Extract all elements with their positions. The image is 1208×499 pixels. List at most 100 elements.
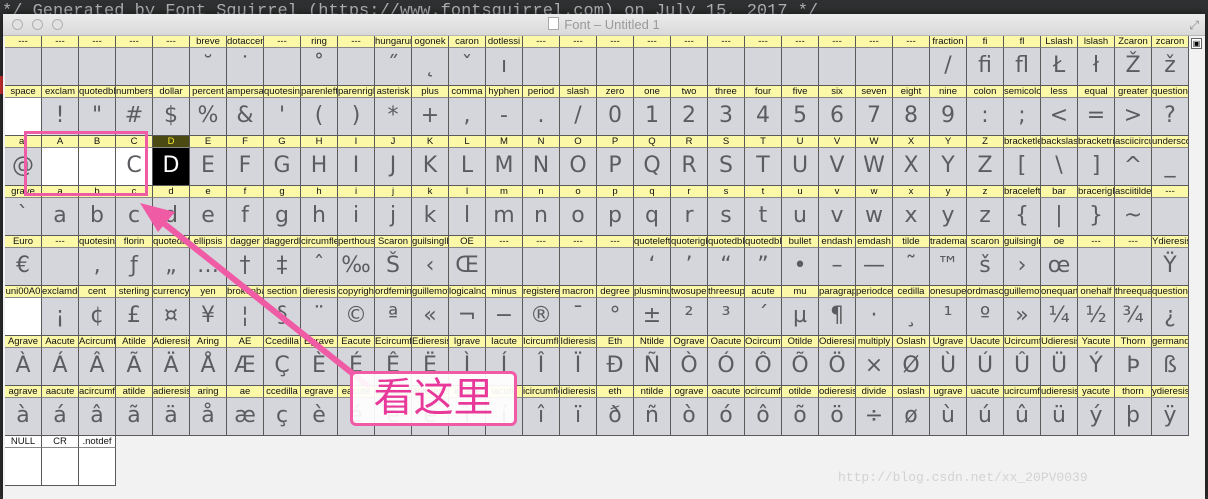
glyph-cell[interactable]: trademark™ [930,236,967,286]
glyph-cell[interactable]: four 4 [745,86,782,136]
glyph-cell[interactable]: WW [856,136,893,186]
glyph-cell[interactable]: xx [893,186,930,236]
glyph-cell[interactable]: OO [560,136,597,186]
glyph-cell[interactable]: perthousand‰ [338,236,375,286]
glyph-cell[interactable]: qq [634,186,671,236]
glyph-cell[interactable]: Yacute Ý [1078,336,1115,386]
glyph-cell[interactable]: --- [264,36,301,86]
glyph-cell[interactable]: Idieresis Ï [560,336,597,386]
glyph-cell[interactable]: acute ´ [745,286,782,336]
glyph-cell[interactable]: circumflexˆ [301,236,338,286]
glyph-cell[interactable]: one 1 [634,86,671,136]
glyph-cell[interactable]: .notdef [79,436,116,486]
glyph-cell[interactable]: eight 8 [893,86,930,136]
glyph-cell[interactable]: twosuperior² [671,286,708,336]
glyph-cell[interactable]: bracketright] [1078,136,1115,186]
glyph-cell[interactable]: question? [1152,86,1189,136]
glyph-cell[interactable]: sterling £ [116,286,153,336]
glyph-cell[interactable]: ogonek ˛ [412,36,449,86]
glyph-cell[interactable]: threesuperior³ [708,286,745,336]
glyph-cell[interactable]: AE Æ [227,336,264,386]
glyph-cell[interactable]: UU [782,136,819,186]
glyph-cell[interactable]: Uacute Ú [967,336,1004,386]
glyph-cell[interactable]: bar | [1041,186,1078,236]
glyph-cell[interactable]: pp [597,186,634,236]
glyph-cell[interactable]: --- [560,36,597,86]
glyph-cell[interactable]: quotesinglbase‚ [79,236,116,286]
glyph-cell[interactable]: Agrave À [5,336,42,386]
glyph-cell[interactable]: daggerdbl‡ [264,236,301,286]
glyph-cell[interactable]: --- [486,236,523,286]
glyph-cell[interactable]: parenright) [338,86,375,136]
glyph-cell[interactable]: --- [782,36,819,86]
glyph-cell[interactable]: semicolon; [1004,86,1041,136]
glyph-cell[interactable]: OE Œ [449,236,486,286]
glyph-cell[interactable]: ydieresis ÿ [1152,386,1189,436]
glyph-cell[interactable]: dollar $ [153,86,190,136]
glyph-cell[interactable]: Euro € [5,236,42,286]
glyph-cell[interactable]: YY [930,136,967,186]
glyph-cell[interactable]: RR [671,136,708,186]
glyph-cell[interactable]: eth ð [597,386,634,436]
glyph-cell[interactable]: uni00A0 [5,286,42,336]
glyph-cell[interactable]: --- [1152,186,1189,236]
glyph-cell[interactable]: oe œ [1041,236,1078,286]
glyph-cell[interactable]: --- [5,36,42,86]
glyph-cell[interactable]: degree ° [597,286,634,336]
glyph-cell[interactable]: quotedblright” [745,236,782,286]
glyph-cell[interactable]: ugrave ù [930,386,967,436]
glyph-cell[interactable]: bullet • [782,236,819,286]
glyph-cell[interactable]: ww [856,186,893,236]
glyph-cell[interactable]: QQ [634,136,671,186]
glyph-cell[interactable]: germandblsß [1152,336,1189,386]
glyph-cell[interactable]: quotesingle' [264,86,301,136]
glyph-cell[interactable]: oslash ø [893,386,930,436]
glyph-cell[interactable]: --- [745,36,782,86]
glyph-cell[interactable]: guilsinglright› [1004,236,1041,286]
glyph-cell[interactable]: comma, [449,86,486,136]
glyph-cell[interactable]: oo [560,186,597,236]
glyph-cell[interactable]: fraction / [930,36,967,86]
glyph-cell[interactable]: Oacute Ó [708,336,745,386]
glyph-cell[interactable]: onesuperior¹ [930,286,967,336]
glyph-cell[interactable]: emdash — [856,236,893,286]
glyph-cell[interactable]: --- [523,236,560,286]
glyph-cell[interactable]: ss [708,186,745,236]
glyph-cell[interactable]: Oslash Ø [893,336,930,386]
glyph-cell[interactable]: dotaccent˙ [227,36,264,86]
glyph-cell[interactable]: XX [893,136,930,186]
glyph-cell[interactable]: braceright} [1078,186,1115,236]
glyph-cell[interactable]: Zcaron Ž [1115,36,1152,86]
glyph-cell[interactable]: endash – [819,236,856,286]
glyph-cell[interactable]: KK [412,136,449,186]
glyph-cell[interactable]: --- [153,36,190,86]
glyph-cell[interactable]: ccedilla ç [264,386,301,436]
glyph-cell[interactable]: uu [782,186,819,236]
glyph-cell[interactable]: hh [301,186,338,236]
vertical-scrollbar[interactable]: ▣ [1191,38,1203,499]
glyph-cell[interactable]: zcaron ž [1152,36,1189,86]
fullscreen-icon[interactable]: ⤢ [1189,18,1199,33]
glyph-cell[interactable]: dieresis ¨ [301,286,338,336]
glyph-cell[interactable]: five 5 [782,86,819,136]
glyph-cell[interactable]: quotedblleft“ [708,236,745,286]
glyph-cell[interactable]: percent% [190,86,227,136]
glyph-cell[interactable]: FF [227,136,264,186]
glyph-cell[interactable]: ucircumflexû [1004,386,1041,436]
glyph-cell[interactable]: quoteleft ‘ [634,236,671,286]
glyph-cell[interactable]: ordfeminineª [375,286,412,336]
glyph-cell[interactable]: backslash\ [1041,136,1078,186]
glyph-cell[interactable]: guilsinglleft‹ [412,236,449,286]
glyph-cell[interactable]: florin ƒ [116,236,153,286]
glyph-cell[interactable]: copyright © [338,286,375,336]
glyph-cell[interactable]: ordmasculineº [967,286,1004,336]
glyph-cell[interactable]: hungarumlaut˝ [375,36,412,86]
glyph-cell[interactable]: Ugrave Ù [930,336,967,386]
glyph-cell[interactable]: braceleft{ [1004,186,1041,236]
glyph-cell[interactable]: three 3 [708,86,745,136]
glyph-cell[interactable]: Aacute Á [42,336,79,386]
glyph-cell[interactable]: DD [153,136,190,186]
glyph-cell[interactable]: two 2 [671,86,708,136]
glyph-cell[interactable]: --- [79,36,116,86]
glyph-cell[interactable]: ii [338,186,375,236]
